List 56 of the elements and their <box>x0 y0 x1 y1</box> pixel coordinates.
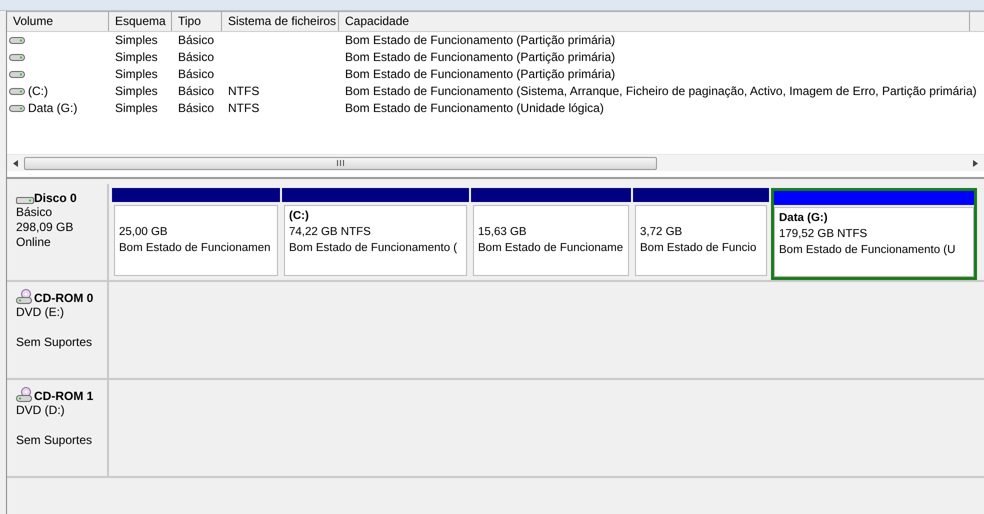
table-cell: Bom Estado de Funcionamento (Partição primária) <box>345 50 616 64</box>
horizontal-scrollbar[interactable] <box>7 154 984 171</box>
partition-size: 3,72 GB <box>640 225 682 240</box>
partition-status: Bom Estado de Funcio <box>640 241 756 256</box>
table-cell: Data (G:) <box>28 100 78 117</box>
drive-icon <box>9 53 25 62</box>
table-cell: Simples <box>115 101 158 115</box>
disk-info: Básico <box>16 205 54 220</box>
disk-info: Online <box>16 235 52 250</box>
column-header[interactable]: Capacidade <box>339 12 970 31</box>
disk-info: 298,09 GB <box>16 220 74 235</box>
table-cell: Básico <box>178 67 214 81</box>
column-header[interactable]: Esquema <box>109 12 172 31</box>
optical-drive-icon <box>16 387 34 403</box>
drive-icon <box>9 104 25 113</box>
table-cell: NTFS <box>228 84 260 98</box>
column-header[interactable]: Sistema de ficheiros <box>222 12 339 31</box>
disk-media-status: Sem Suportes <box>16 335 94 350</box>
optical-drive-icon <box>16 289 34 305</box>
partition-label: (C:) <box>289 209 310 224</box>
table-cell: Básico <box>178 33 214 47</box>
table-cell: Bom Estado de Funcionamento (Unidade lógica) <box>345 101 604 115</box>
table-cell: Básico <box>178 84 214 98</box>
disk-name: Disco 0 <box>34 191 77 205</box>
table-cell: Básico <box>178 101 214 115</box>
partition-size: 74,22 GB NTFS <box>289 225 371 240</box>
partition-block[interactable]: Data (G:) 179,52 GB NTFS Bom Estado de Funcionamento (U <box>771 188 977 280</box>
table-cell: Bom Estado de Funcionamento (Sistema, Arranque, Ficheiro de paginação, Activo, Imagem de Erro, Partição primária) <box>345 84 977 98</box>
drive-icon <box>9 70 25 79</box>
table-cell: Básico <box>178 50 214 64</box>
partition-status: Bom Estado de Funcionamen <box>119 241 271 256</box>
column-header[interactable]: Volume <box>7 12 109 31</box>
partition-size: 25,00 GB <box>119 225 168 240</box>
table-cell: Simples <box>115 67 158 81</box>
disk-info: DVD (E:) <box>16 305 65 320</box>
disk-info: DVD (D:) <box>16 403 66 418</box>
table-cell: Bom Estado de Funcionamento (Partição primária) <box>345 33 616 47</box>
table-cell: NTFS <box>228 101 260 115</box>
partition-size: 179,52 GB NTFS <box>779 227 868 242</box>
partition-label: Data (G:) <box>779 211 829 226</box>
disk-media-status: Sem Suportes <box>16 433 94 448</box>
table-cell: Simples <box>115 50 158 64</box>
table-cell: Simples <box>115 84 158 98</box>
partition-status: Bom Estado de Funcionamento ( <box>289 241 458 256</box>
partition-size: 15,63 GB <box>478 225 527 240</box>
scrollbar-thumb[interactable] <box>24 156 657 170</box>
table-cell: (C:) <box>28 83 48 100</box>
partition-status: Bom Estado de Funcioname <box>478 241 624 256</box>
disk-name: CD-ROM 1 <box>34 389 94 403</box>
table-cell: Simples <box>115 33 158 47</box>
drive-icon <box>9 87 25 96</box>
partition-status: Bom Estado de Funcionamento (U <box>779 243 956 258</box>
table-cell: Bom Estado de Funcionamento (Partição primária) <box>345 67 616 81</box>
disk-name: CD-ROM 0 <box>34 291 94 305</box>
drive-icon <box>9 36 25 45</box>
column-header[interactable]: Tipo <box>172 12 222 31</box>
